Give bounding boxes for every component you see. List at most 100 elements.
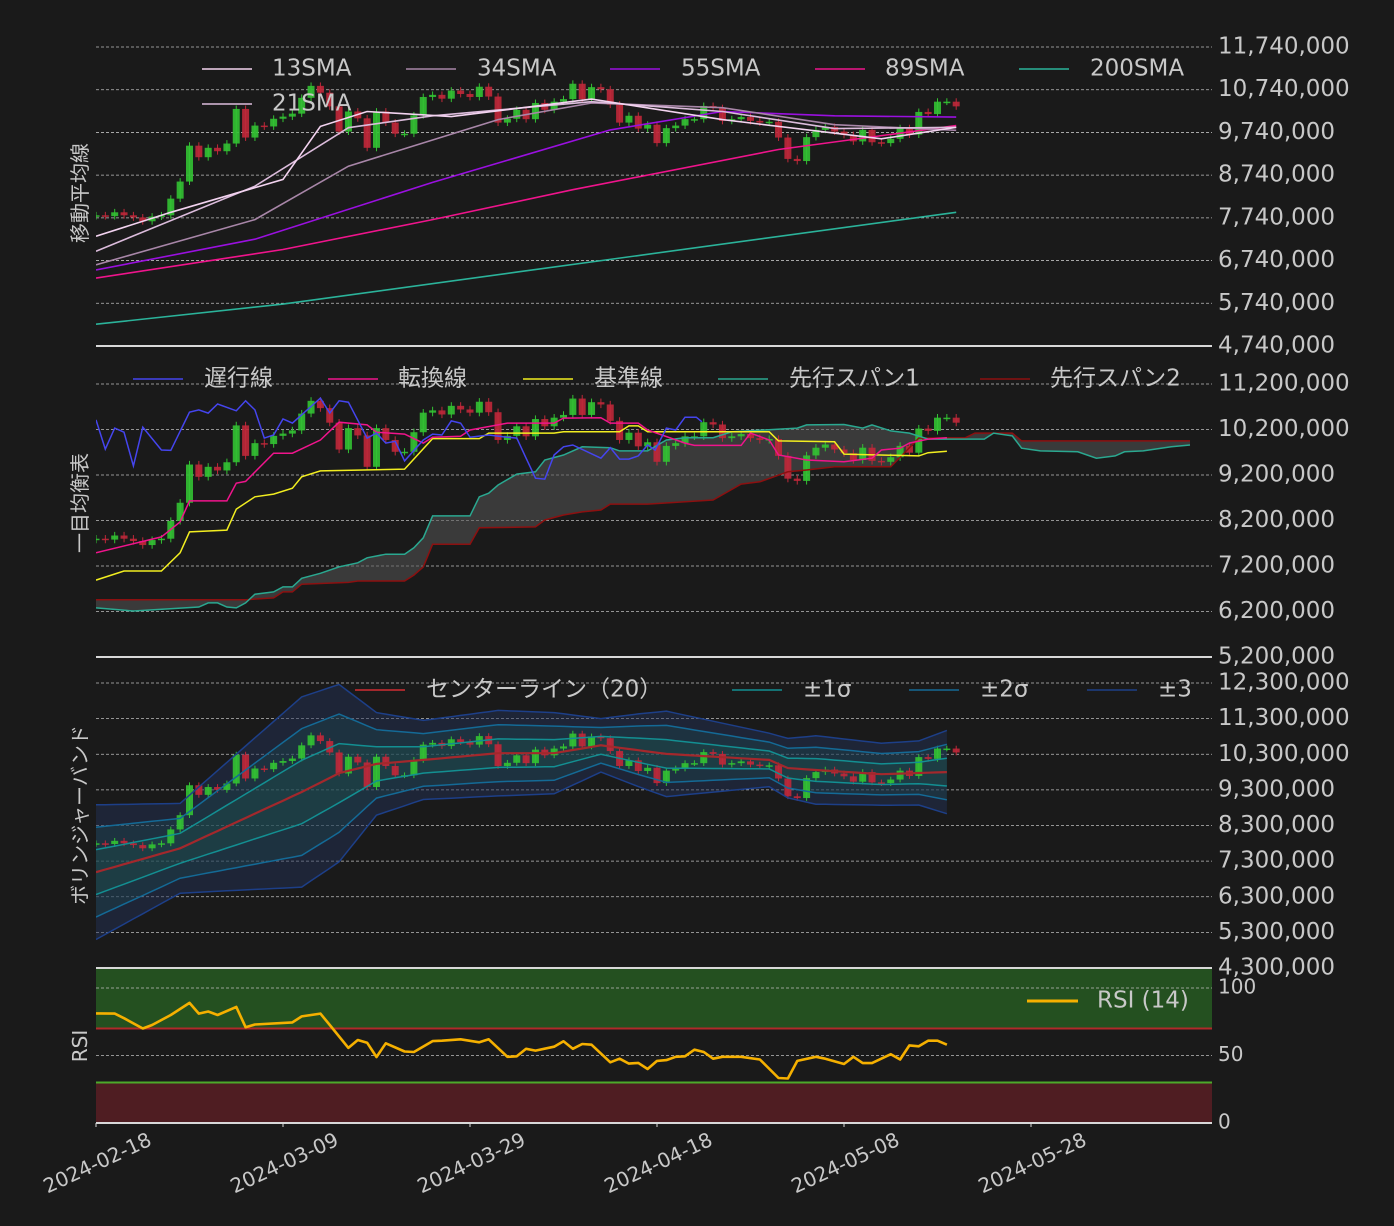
candle-up bbox=[803, 137, 811, 162]
candle-up bbox=[662, 128, 670, 144]
bollinger-panel bbox=[96, 683, 960, 941]
candle-up bbox=[447, 739, 455, 747]
candle-down bbox=[775, 121, 783, 138]
rsi-overbought-zone bbox=[96, 968, 1212, 1029]
candle-down bbox=[260, 768, 268, 770]
candle-up bbox=[569, 83, 577, 100]
candle-up bbox=[96, 538, 100, 541]
candle-up bbox=[821, 444, 829, 448]
candle-down bbox=[756, 438, 764, 440]
candle-down bbox=[718, 753, 726, 765]
candle-up bbox=[569, 398, 577, 415]
candle-down bbox=[709, 752, 717, 754]
candle-down bbox=[120, 212, 128, 216]
x-tick-label: 2024-05-28 bbox=[975, 1127, 1090, 1198]
stock-chart: 11,740,000 10,740,000 9,740,000 8,740,000 7,… bbox=[40, 34, 1350, 1199]
candle-down bbox=[363, 118, 371, 148]
legend-label-3sigma: ±3 bbox=[1158, 677, 1192, 703]
candle-up bbox=[943, 101, 951, 104]
candle-down bbox=[924, 428, 932, 431]
candle-up bbox=[588, 402, 596, 415]
candle-up bbox=[934, 101, 941, 115]
candle-up bbox=[419, 96, 427, 116]
candle-up bbox=[700, 752, 708, 764]
candle-down bbox=[653, 124, 661, 144]
y-tick-label: 5,300,000 bbox=[1218, 919, 1335, 945]
candle-up bbox=[148, 540, 156, 546]
candle-up bbox=[223, 462, 231, 471]
candle-down bbox=[877, 460, 885, 463]
candle-down bbox=[120, 840, 128, 844]
candle-up bbox=[251, 768, 259, 779]
candle-up bbox=[429, 410, 437, 413]
legend-label-55sma: 55SMA bbox=[681, 56, 761, 82]
candle-down bbox=[438, 410, 446, 415]
candle-up bbox=[96, 215, 100, 217]
candle-up bbox=[204, 147, 212, 158]
candle-down bbox=[391, 122, 399, 134]
candle-down bbox=[522, 426, 530, 437]
panel-backgrounds bbox=[96, 968, 1212, 1123]
candle-up bbox=[681, 119, 689, 126]
line-200sma bbox=[96, 211, 957, 325]
candle-up bbox=[232, 425, 240, 463]
y-tick-label: 9,300,000 bbox=[1218, 776, 1335, 802]
candle-up bbox=[503, 762, 511, 767]
candle-down bbox=[242, 425, 250, 456]
candle-up bbox=[887, 138, 895, 144]
candle-down bbox=[485, 401, 493, 413]
x-tick-label: 2024-03-09 bbox=[227, 1127, 342, 1198]
candle-up bbox=[934, 417, 941, 431]
candle-down bbox=[466, 93, 474, 97]
sma-ylabel: 移動平均線 bbox=[68, 143, 92, 243]
candle-up bbox=[728, 436, 736, 439]
candle-up bbox=[560, 746, 567, 749]
candle-up bbox=[373, 111, 380, 148]
legend-label-tenkan: 転換線 bbox=[398, 366, 467, 392]
candle-up bbox=[737, 434, 745, 437]
legend-label-200sma: 200SMA bbox=[1090, 56, 1184, 82]
candle-up bbox=[270, 435, 278, 445]
candle-down bbox=[494, 744, 502, 767]
y-tick-label: 0 bbox=[1218, 1110, 1231, 1134]
candle-down bbox=[634, 432, 642, 447]
candle-up bbox=[419, 412, 427, 433]
candle-down bbox=[634, 115, 642, 129]
candle-up bbox=[812, 772, 820, 779]
candle-up bbox=[644, 124, 652, 129]
legend-label-1sigma: ±1σ bbox=[803, 677, 851, 703]
legend-label-center: センターライン（20） bbox=[426, 677, 662, 703]
candle-up bbox=[176, 502, 184, 521]
y-tick-label: 6,740,000 bbox=[1218, 247, 1335, 273]
candle-up bbox=[111, 840, 119, 845]
candle-down bbox=[616, 104, 624, 123]
candle-down bbox=[382, 756, 390, 767]
y-tick-label: 10,300,000 bbox=[1218, 741, 1350, 767]
candle-down bbox=[606, 404, 614, 421]
y-tick-label: 10,200,000 bbox=[1218, 416, 1350, 442]
candle-up bbox=[812, 447, 820, 456]
candle-up bbox=[943, 417, 951, 420]
candle-down bbox=[952, 417, 960, 423]
y-tick-label: 7,740,000 bbox=[1218, 204, 1335, 230]
candle-down bbox=[747, 761, 754, 765]
y-tick-label: 12,300,000 bbox=[1218, 670, 1350, 696]
candle-up bbox=[625, 432, 633, 440]
candle-up bbox=[475, 401, 483, 413]
legend-label-13sma: 13SMA bbox=[272, 56, 352, 82]
bollinger-legend: センターライン（20） ±1σ ±2σ ±3 bbox=[355, 677, 1192, 703]
y-tick-label: 9,740,000 bbox=[1218, 119, 1335, 145]
candle-up bbox=[157, 538, 165, 541]
candle-up bbox=[429, 742, 437, 745]
candle-up bbox=[232, 108, 240, 144]
y-tick-label: 8,740,000 bbox=[1218, 162, 1335, 188]
candle-down bbox=[952, 748, 960, 753]
y-tick-label: 6,300,000 bbox=[1218, 883, 1335, 909]
candle-down bbox=[840, 773, 848, 777]
candle-up bbox=[307, 735, 315, 746]
candle-up bbox=[401, 451, 409, 454]
candle-down bbox=[129, 538, 137, 541]
candle-up bbox=[111, 212, 119, 217]
candle-down bbox=[335, 752, 343, 774]
candle-down bbox=[316, 735, 324, 742]
